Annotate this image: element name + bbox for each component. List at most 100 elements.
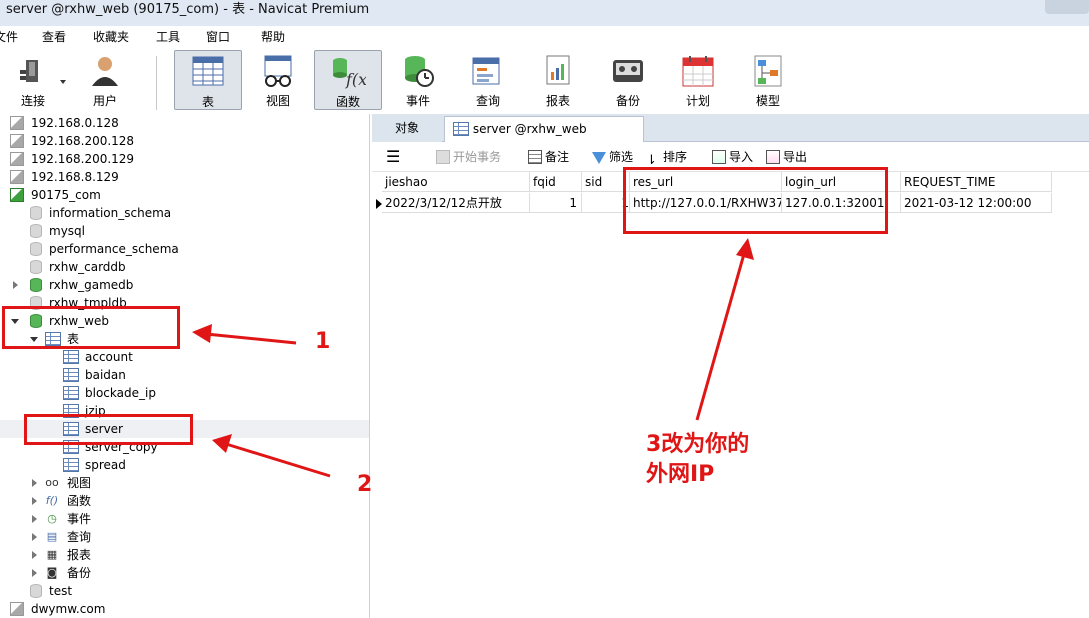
query-button[interactable]: 查询	[455, 50, 521, 110]
calendar-icon	[682, 56, 714, 87]
folder-label: 视图	[67, 476, 92, 490]
tree-database[interactable]: information_schema	[0, 204, 369, 222]
tree-database[interactable]: rxhw_gamedb	[0, 276, 369, 294]
tree-table[interactable]: account	[0, 348, 369, 366]
title-bar: server @rxhw_web (90175_com) - 表 - Navic…	[0, 0, 1089, 26]
function-button[interactable]: f(x) 函数	[314, 50, 382, 110]
schedule-button[interactable]: 计划	[665, 50, 731, 110]
connection-icon	[10, 602, 24, 616]
database-icon	[30, 242, 42, 256]
begin-transaction-button[interactable]: 开始事务	[436, 149, 501, 165]
window-close-button[interactable]	[1045, 0, 1089, 14]
query-label: 查询	[475, 94, 500, 108]
connect-button[interactable]: 连接	[0, 50, 66, 110]
tree-backups-folder[interactable]: ◙ 备份	[0, 564, 369, 582]
menu-view[interactable]: 查看	[42, 28, 66, 45]
connect-dropdown-icon[interactable]	[60, 80, 66, 84]
database-icon	[30, 260, 42, 274]
filter-button[interactable]: 筛选	[592, 149, 633, 165]
function-label: 函数	[335, 95, 360, 109]
grid-cell[interactable]: 2022/3/12/12点开放	[382, 193, 530, 213]
export-button[interactable]: 导出	[766, 149, 807, 165]
export-label: 导出	[783, 150, 808, 164]
tab-server-table[interactable]: server @rxhw_web (90175_c...	[444, 116, 644, 160]
schedule-label: 计划	[685, 94, 710, 108]
connection-icon	[10, 152, 24, 166]
expand-arrow-icon[interactable]	[13, 281, 18, 289]
menu-icon[interactable]: ☰	[386, 149, 400, 165]
tree-database[interactable]: performance_schema	[0, 240, 369, 258]
tree-functions-folder[interactable]: f() 函数	[0, 492, 369, 510]
report-button[interactable]: 报表	[525, 50, 591, 110]
database-label: rxhw_gamedb	[49, 278, 134, 292]
expand-arrow-icon[interactable]	[32, 479, 37, 487]
report-label: 报表	[545, 94, 570, 108]
table-label: account	[85, 350, 133, 364]
svg-text:f(x): f(x)	[345, 70, 366, 89]
menu-file[interactable]: 文件	[0, 28, 18, 45]
grid-cell[interactable]: 1	[530, 193, 582, 213]
sort-button[interactable]: ⇂ 排序	[646, 149, 687, 168]
tree-database[interactable]: test	[0, 582, 369, 600]
tree-table[interactable]: baidan	[0, 366, 369, 384]
menu-help[interactable]: 帮助	[261, 28, 285, 45]
tab-objects[interactable]: 对象	[372, 116, 442, 142]
tree-events-folder[interactable]: ◷ 事件	[0, 510, 369, 528]
column-header[interactable]: fqid	[530, 172, 582, 192]
column-header[interactable]: REQUEST_TIME	[901, 172, 1052, 192]
tree-table[interactable]: spread	[0, 456, 369, 474]
expand-arrow-icon[interactable]	[32, 551, 37, 559]
tree-connection[interactable]: dwymw.com	[0, 600, 369, 618]
query-icon: ▤	[46, 530, 58, 543]
table-button[interactable]: 表	[174, 50, 242, 110]
data-grid: jieshao fqid sid res_url login_url REQUE…	[372, 172, 1089, 618]
tape-backup-icon: ◙	[46, 566, 58, 579]
connection-icon	[10, 170, 24, 184]
table-icon	[453, 122, 469, 136]
tree-connection-active[interactable]: 90175_com	[0, 186, 369, 204]
tree-views-folder[interactable]: oo 视图	[0, 474, 369, 492]
expand-arrow-icon[interactable]	[32, 497, 37, 505]
folder-label: 事件	[67, 512, 92, 526]
annotation-label-3: 3改为你的 外网IP	[646, 430, 749, 490]
export-icon	[766, 150, 780, 164]
view-button[interactable]: 视图	[245, 50, 311, 110]
expand-arrow-icon[interactable]	[32, 569, 37, 577]
tree-table[interactable]: blockade_ip	[0, 384, 369, 402]
sort-icon: ⇂	[646, 153, 657, 168]
database-label: performance_schema	[49, 242, 179, 256]
memo-button[interactable]: 备注	[528, 149, 569, 165]
event-button[interactable]: 事件	[385, 50, 451, 110]
tree-queries-folder[interactable]: ▤ 查询	[0, 528, 369, 546]
tree-connection[interactable]: 192.168.8.129	[0, 168, 369, 186]
table-label: blockade_ip	[85, 386, 156, 400]
column-header[interactable]: jieshao	[382, 172, 530, 192]
tree-connection[interactable]: 192.168.200.129	[0, 150, 369, 168]
function-icon: f(x)	[333, 58, 366, 89]
expand-arrow-icon[interactable]	[32, 515, 37, 523]
table-icon	[63, 458, 79, 472]
tree-database[interactable]: rxhw_carddb	[0, 258, 369, 276]
tree-database[interactable]: mysql	[0, 222, 369, 240]
menu-favorites[interactable]: 收藏夹	[93, 28, 129, 45]
tree-reports-folder[interactable]: ▦ 报表	[0, 546, 369, 564]
model-button[interactable]: 模型	[735, 50, 801, 110]
database-icon	[30, 224, 42, 238]
glasses-table-icon	[264, 55, 292, 87]
filter-icon	[592, 152, 606, 164]
table-icon	[63, 350, 79, 364]
tree-connection[interactable]: 192.168.200.128	[0, 132, 369, 150]
backup-button[interactable]: 备份	[595, 50, 661, 110]
database-label: information_schema	[49, 206, 172, 220]
tape-backup-icon	[613, 60, 643, 82]
user-button[interactable]: 用户	[72, 50, 138, 110]
expand-arrow-icon[interactable]	[32, 533, 37, 541]
report-icon: ▦	[46, 548, 58, 561]
menu-window[interactable]: 窗口	[206, 28, 230, 45]
database-label: mysql	[49, 224, 85, 238]
grid-cell[interactable]: 2021-03-12 12:00:00	[901, 193, 1052, 213]
menu-tools[interactable]: 工具	[156, 28, 180, 45]
import-button[interactable]: 导入	[712, 149, 753, 165]
tree-connection[interactable]: 192.168.0.128	[0, 114, 369, 132]
folder-label: 函数	[67, 494, 92, 508]
